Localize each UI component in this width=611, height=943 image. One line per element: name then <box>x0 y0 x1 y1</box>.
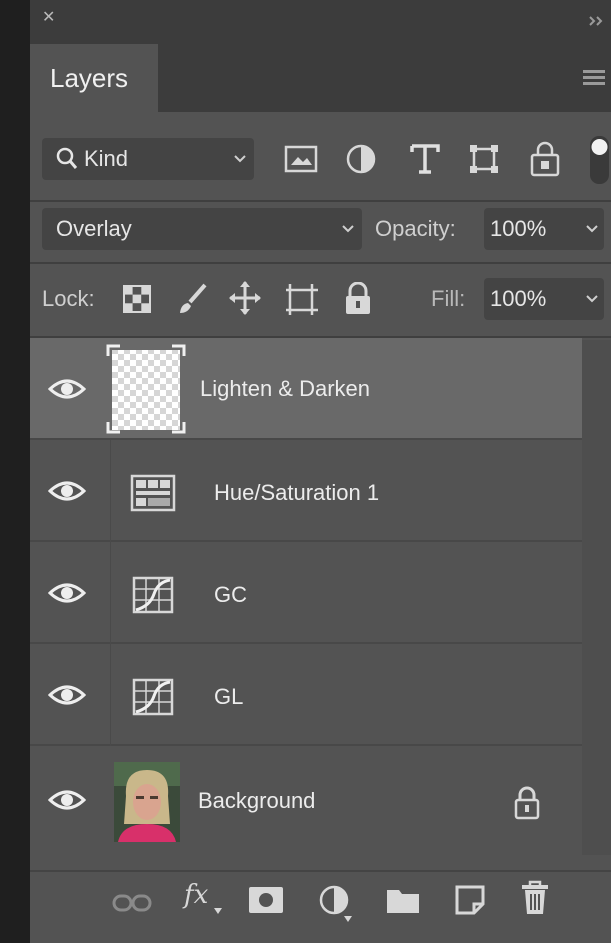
layer-thumbnail-transparent <box>106 344 186 434</box>
layer-name[interactable]: Background <box>198 788 315 814</box>
fill-label: Fill: <box>431 286 466 311</box>
layer-name[interactable]: GL <box>214 684 243 710</box>
filter-kind-select[interactable]: Kind <box>42 138 254 180</box>
blend-mode-value: Overlay <box>56 216 132 241</box>
lock-image-pixels-icon[interactable] <box>176 282 208 316</box>
collapse-panel-icon[interactable] <box>589 16 607 26</box>
divider <box>110 440 111 542</box>
layer-row-gl[interactable]: GL <box>30 644 582 746</box>
blend-mode-select[interactable]: Overlay <box>42 208 362 250</box>
new-layer-icon[interactable] <box>454 884 486 916</box>
layers-scrollbar[interactable] <box>582 340 611 855</box>
chevron-down-icon <box>234 155 246 163</box>
eye-icon[interactable] <box>48 786 86 814</box>
lock-artboard-icon[interactable] <box>284 282 320 316</box>
fill-value: 100% <box>490 286 547 311</box>
background-photo-thumbnail <box>114 762 180 842</box>
layer-row-background[interactable]: Background <box>30 746 582 854</box>
filter-toggle-icon[interactable] <box>588 134 611 186</box>
new-group-icon[interactable] <box>386 886 420 914</box>
chevron-down-icon[interactable] <box>586 295 598 303</box>
layer-row-gc[interactable]: GC <box>30 542 582 644</box>
lock-label: Lock: <box>42 286 95 311</box>
eye-icon[interactable] <box>48 375 86 403</box>
opacity-label: Opacity: <box>375 216 456 241</box>
fill-field[interactable]: 100% <box>484 278 604 320</box>
lock-transparent-pixels-icon[interactable] <box>122 284 152 314</box>
adjustment-filter-icon[interactable] <box>345 143 377 175</box>
filter-kind-label: Kind <box>84 146 129 171</box>
layer-name[interactable]: GC <box>214 582 247 608</box>
close-icon[interactable]: ✕ <box>42 10 58 26</box>
layer-row-lighten-darken[interactable]: Lighten & Darken <box>30 338 582 440</box>
delete-layer-icon[interactable] <box>520 880 550 916</box>
divider <box>110 644 111 746</box>
chevron-down-icon[interactable] <box>586 225 598 233</box>
search-icon <box>56 147 78 169</box>
divider <box>110 542 111 644</box>
shape-filter-icon[interactable] <box>468 143 500 175</box>
lock-all-icon[interactable] <box>344 282 372 316</box>
chevron-down-icon <box>214 908 222 914</box>
lock-position-icon[interactable] <box>228 280 262 316</box>
tab-layers[interactable]: Layers <box>30 44 158 112</box>
layer-name[interactable]: Lighten & Darken <box>200 376 370 402</box>
image-filter-icon[interactable] <box>284 145 318 173</box>
eye-icon[interactable] <box>48 681 86 709</box>
type-filter-icon[interactable] <box>410 143 440 175</box>
eye-icon[interactable] <box>48 579 86 607</box>
link-layers-icon[interactable] <box>112 892 152 914</box>
layers-footer-toolbar: fx <box>30 870 611 943</box>
curves-adjustment-icon <box>132 576 174 614</box>
hue-saturation-adjustment-icon <box>130 474 176 512</box>
chevron-down-icon <box>342 225 354 233</box>
curves-adjustment-icon <box>132 678 174 716</box>
fx-icon[interactable]: fx <box>184 880 208 910</box>
lock-row: Lock: Fill: 100% <box>30 264 611 336</box>
add-mask-icon[interactable] <box>248 886 284 914</box>
panel-menu-icon[interactable] <box>583 68 605 88</box>
smart-object-filter-icon[interactable] <box>528 141 562 177</box>
new-adjustment-layer-icon[interactable] <box>318 884 352 922</box>
blend-row: Overlay Opacity: 100% <box>30 202 611 264</box>
eye-icon[interactable] <box>48 477 86 505</box>
panel-title-strip: ✕ <box>30 0 611 44</box>
layer-row-hue-saturation[interactable]: Hue/Saturation 1 <box>30 440 582 542</box>
filter-row: Kind <box>30 112 611 204</box>
layer-name[interactable]: Hue/Saturation 1 <box>214 480 379 506</box>
layer-locked-icon <box>514 786 540 820</box>
opacity-field[interactable]: 100% <box>484 208 604 250</box>
panel-tab-bar: Layers <box>30 44 611 112</box>
opacity-value: 100% <box>490 216 547 241</box>
layers-panel: ✕ Layers Kind Overlay Opacity: 100% Lock… <box>30 0 611 943</box>
